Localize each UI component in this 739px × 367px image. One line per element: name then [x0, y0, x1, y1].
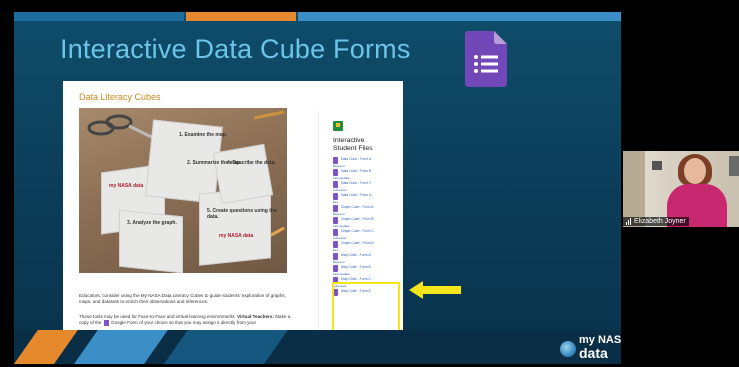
intro-paragraph: Educators, consider using the My NASA Da… — [79, 293, 286, 304]
student-file-link[interactable]: Data Cube - Form B — [341, 169, 371, 173]
google-forms-icon — [333, 169, 338, 176]
sidebar-title-line: Student Files — [333, 144, 373, 152]
mynasadata-logo: my NASA data — [557, 333, 621, 361]
student-file-level: Advanced — [333, 188, 347, 192]
google-forms-icon — [333, 241, 338, 248]
student-file-link[interactable]: Data Cube - Form C — [341, 181, 372, 185]
data-cubes-photo: 1. Examine the map. 2. Summarize the map… — [79, 108, 287, 273]
student-file-level: Beginner — [333, 260, 346, 264]
student-file-level: ELL — [333, 248, 339, 252]
screen: Interactive Data Cube Forms Data Literac… — [0, 0, 739, 367]
student-file-level: Advanced — [333, 236, 347, 240]
virtual-teachers-label: Virtual Teachers: — [237, 314, 274, 319]
google-classroom-icon — [333, 121, 343, 131]
student-file-link[interactable]: Map Cube - Form C — [341, 277, 371, 281]
usage-paragraph: These tools may be used for Face-to-Face… — [79, 314, 294, 326]
participant-face — [684, 158, 706, 184]
student-file-link[interactable]: Graph Cube - Form D — [341, 241, 374, 245]
student-file-link[interactable]: Map Cube - Form A — [341, 253, 371, 257]
student-file-link[interactable]: Graph Cube - Form B — [341, 217, 374, 221]
google-forms-icon — [333, 157, 338, 164]
google-forms-icon — [333, 229, 338, 236]
slide-title: Interactive Data Cube Forms — [60, 34, 411, 64]
student-file-item[interactable]: Map Cube - Form B Intermediate — [333, 265, 389, 277]
participant-video-tile[interactable]: Elizabeth Joyner — [623, 151, 739, 227]
student-file-link[interactable]: Map Cube - Form B — [341, 265, 371, 269]
usage-text: Google Form of your choice so that you m… — [111, 320, 257, 326]
student-file-link[interactable]: Graph Cube - Form A — [341, 205, 373, 209]
bottom-stripe-blue — [74, 330, 168, 364]
sidebar-title-line: Interactive — [333, 137, 365, 144]
google-forms-icon — [333, 181, 338, 188]
google-forms-icon — [333, 193, 338, 200]
student-file-item[interactable]: Data Cube - Form D ELL — [333, 193, 389, 205]
student-file-level: Intermediate — [333, 176, 350, 180]
google-forms-icon — [333, 265, 338, 272]
student-file-item[interactable]: Graph Cube - Form A Beginner — [333, 205, 389, 217]
bottom-stripe-dark — [164, 330, 288, 364]
student-file-level: Beginner — [333, 164, 346, 168]
google-forms-icon — [333, 253, 338, 260]
sidebar-title: Interactive Student Files — [333, 137, 373, 152]
google-forms-icon — [333, 205, 338, 212]
student-file-item[interactable]: Data Cube - Form B Intermediate — [333, 169, 389, 181]
cube-label: 5. Create questions using the data. — [207, 208, 277, 220]
student-file-level: Beginner — [333, 212, 346, 216]
picture-frame — [652, 161, 662, 170]
participant-name-label: Elizabeth Joyner — [623, 217, 689, 226]
google-forms-icon — [465, 31, 507, 87]
student-file-level: Intermediate — [333, 224, 350, 228]
logo-line2: data — [579, 345, 608, 361]
cube-back — [212, 143, 274, 205]
signal-bars-icon — [626, 218, 632, 225]
student-file-link[interactable]: Graph Cube - Form C — [341, 229, 374, 233]
top-stripe-blue — [14, 12, 184, 21]
student-file-item[interactable]: Map Cube - Form A Beginner — [333, 253, 389, 265]
bottom-stripe-orange — [14, 330, 78, 364]
top-stripe-light — [298, 12, 621, 21]
bottom-band: my NASA data — [14, 330, 621, 364]
student-file-link[interactable]: Data Cube - Form A — [341, 157, 371, 161]
participant-name: Elizabeth Joyner — [634, 218, 686, 225]
presentation-slide: Interactive Data Cube Forms Data Literac… — [14, 12, 621, 364]
student-file-level: Intermediate — [333, 272, 350, 276]
cube-label: 4. Describe the data. — [227, 160, 276, 166]
picture-frame — [729, 156, 739, 176]
google-forms-icon — [333, 217, 338, 224]
student-file-item[interactable]: Graph Cube - Form D ELL — [333, 241, 389, 253]
google-forms-icon — [103, 320, 109, 326]
globe-icon — [560, 341, 576, 357]
webpage-heading: Data Literacy Cubes — [79, 92, 161, 102]
student-file-level: ELL — [333, 200, 339, 204]
cube-logo: my NASA data — [219, 233, 254, 239]
cube-label: 3. Analyze the graph. — [127, 220, 177, 226]
student-file-list: Data Cube - Form A Beginner Data Cube - Fo… — [333, 157, 389, 301]
cube-logo: my NASA data — [109, 183, 144, 189]
arrow-left-icon — [409, 281, 461, 299]
cube-label: 1. Examine the map. — [179, 132, 228, 138]
student-file-link[interactable]: Data Cube - Form D — [341, 193, 372, 197]
usage-text: These tools may be used for Face-to-Face… — [79, 314, 236, 319]
student-file-item[interactable]: Graph Cube - Form C Advanced — [333, 229, 389, 241]
student-file-item[interactable]: Data Cube - Form A Beginner — [333, 157, 389, 169]
top-stripe-orange — [186, 12, 296, 21]
student-file-item[interactable]: Graph Cube - Form B Intermediate — [333, 217, 389, 229]
student-file-item[interactable]: Data Cube - Form C Advanced — [333, 181, 389, 193]
bookshelf — [623, 151, 645, 227]
